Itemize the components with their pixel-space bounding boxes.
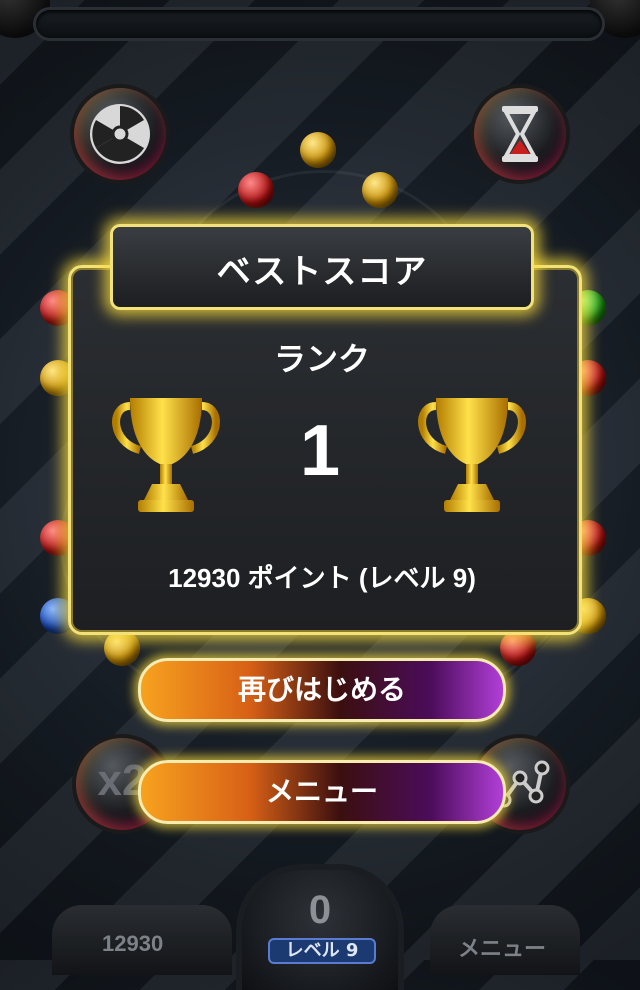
gem-red: [500, 630, 536, 666]
radiation-powerup[interactable]: [74, 88, 166, 180]
trophy-icon: [112, 398, 220, 512]
dialog-title: ベストスコア: [216, 252, 428, 292]
gem-yellow: [104, 630, 140, 666]
hourglass-powerup[interactable]: [474, 88, 566, 180]
hud-menu-label: メニュー: [458, 936, 547, 961]
hud-menu-button[interactable]: メニュー: [430, 905, 580, 975]
score-panel: 12930: [52, 905, 232, 975]
menu-button[interactable]: メニュー: [138, 760, 506, 824]
menu-button-label: メニュー: [265, 775, 378, 808]
level-indicator: レベル 9: [268, 938, 376, 964]
gem-yellow: [300, 132, 336, 168]
radiation-icon: [90, 104, 150, 164]
hud-level: レベル 9: [285, 940, 359, 961]
hud-score: 12930: [102, 931, 164, 956]
score-summary: 12930 ポイント (レベル 9): [168, 563, 476, 593]
hud-center-value: 0: [308, 888, 332, 932]
rank-value: 1: [299, 411, 341, 491]
progress-bar: [36, 10, 602, 38]
hourglass-icon: [502, 106, 538, 162]
rank-label: ランク: [273, 340, 370, 378]
gem-yellow: [362, 172, 398, 208]
gem-red: [238, 172, 274, 208]
restart-button[interactable]: 再びはじめる: [138, 658, 506, 722]
center-dial: 0: [242, 870, 398, 990]
restart-button-label: 再びはじめる: [237, 673, 406, 706]
trophy-icon: [418, 398, 526, 512]
